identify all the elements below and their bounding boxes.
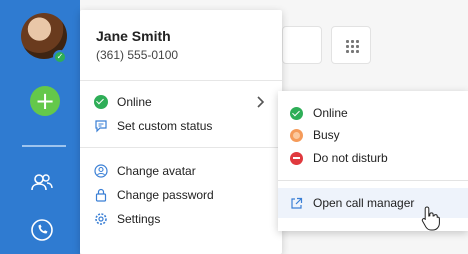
online-status-icon (94, 95, 108, 109)
lock-icon (95, 188, 107, 202)
add-button[interactable]: + (30, 86, 60, 116)
menu-item-online-status[interactable]: Online (94, 92, 274, 112)
dialpad-button[interactable] (331, 26, 371, 64)
busy-status-icon (290, 128, 303, 142)
submenu-divider (278, 180, 468, 181)
user-phone: (361) 555-0100 (96, 48, 179, 62)
status-option-online[interactable]: Online (290, 103, 460, 123)
menu-item-label: Change password (117, 188, 214, 202)
chat-bubble-icon (95, 120, 107, 133)
user-name: Jane Smith (96, 28, 171, 44)
rail-divider (22, 145, 66, 147)
menu-item-label: Settings (117, 212, 161, 226)
menu-item-label: Set custom status (117, 119, 213, 133)
do-not-disturb-icon (290, 151, 303, 165)
menu-item-label: Change avatar (117, 164, 196, 178)
menu-divider (80, 80, 282, 81)
contacts-icon[interactable] (30, 170, 54, 194)
online-status-badge: ✓ (53, 50, 67, 64)
menu-divider (80, 147, 282, 148)
profile-menu: Jane Smith (361) 555-0100 Online Set cus… (80, 10, 282, 254)
status-option-busy[interactable]: Busy (290, 125, 460, 145)
menu-item-settings[interactable]: Settings (94, 209, 274, 229)
menu-item-custom-status[interactable]: Set custom status (94, 116, 274, 136)
gear-icon (95, 213, 107, 225)
search-box[interactable] (282, 26, 322, 64)
user-circle-icon (94, 164, 108, 178)
menu-item-change-password[interactable]: Change password (94, 185, 274, 205)
status-option-label: Busy (313, 128, 340, 142)
status-option-label: Do not disturb (313, 151, 388, 165)
online-status-icon (290, 106, 303, 120)
left-rail: ✓ + (0, 0, 80, 254)
menu-item-change-avatar[interactable]: Change avatar (94, 161, 274, 181)
dialpad-icon (345, 39, 359, 53)
status-option-label: Open call manager (313, 196, 415, 210)
phone-icon[interactable] (30, 218, 54, 242)
hand-cursor-icon (421, 206, 440, 231)
status-option-label: Online (313, 106, 348, 120)
external-link-icon (291, 197, 303, 209)
menu-item-label: Online (117, 95, 152, 109)
chevron-right-icon (257, 96, 265, 108)
status-option-do-not-disturb[interactable]: Do not disturb (290, 148, 460, 168)
